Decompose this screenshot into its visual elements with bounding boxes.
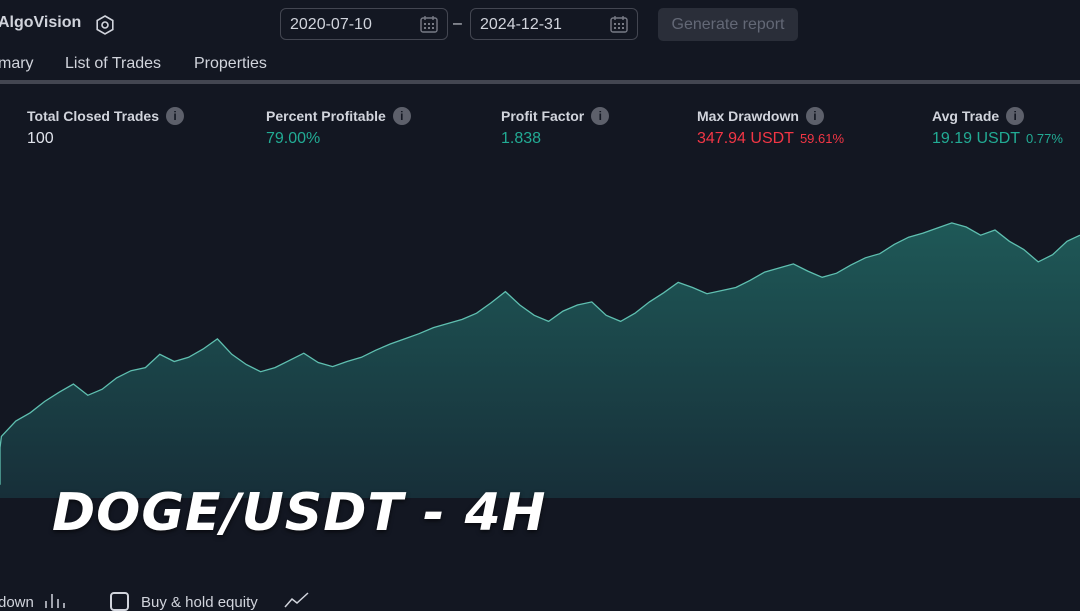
info-icon[interactable]: i [591, 107, 610, 125]
info-icon[interactable]: i [1006, 107, 1025, 125]
info-icon[interactable]: i [392, 107, 411, 125]
chart-legend: down Buy & hold equity [0, 590, 1080, 611]
tab-properties[interactable]: Properties [194, 55, 267, 73]
legend-drawdown-label: down [0, 594, 34, 611]
date-from-input[interactable]: 2020-07-10 [280, 8, 448, 40]
stat-value: 19.19 USDT [932, 130, 1021, 147]
stat-value: 347.94 USDT [697, 130, 794, 147]
tab-summary[interactable]: mary [0, 55, 34, 73]
stat-total-closed-trades: Total Closed Trades i 100 [27, 107, 184, 148]
stat-value: 79.00% [266, 130, 321, 147]
settings-icon[interactable] [95, 15, 115, 35]
info-icon[interactable]: i [166, 107, 184, 125]
equity-area [0, 222, 1080, 498]
stat-label: Percent Profitable [266, 108, 386, 124]
legend-buy-hold-label[interactable]: Buy & hold equity [141, 594, 258, 611]
stat-percent: 0.77% [1026, 131, 1063, 146]
top-bar: AlgoVision 2020-07-10 – 2024-12-31 Gener… [0, 0, 1080, 50]
date-from-value: 2020-07-10 [290, 16, 372, 33]
bar-chart-icon[interactable] [43, 592, 67, 608]
calendar-icon[interactable] [419, 14, 439, 34]
line-chart-icon[interactable] [284, 592, 310, 608]
stat-value: 1.838 [501, 130, 542, 147]
stat-max-drawdown: Max Drawdown i 347.94 USDT 59.61% [697, 107, 844, 148]
stat-label: Total Closed Trades [27, 108, 159, 124]
tab-list-of-trades[interactable]: List of Trades [65, 55, 161, 73]
tab-bar: mary List of Trades Properties [0, 50, 1080, 80]
stat-label: Max Drawdown [697, 108, 799, 124]
stat-label: Avg Trade [932, 108, 1000, 124]
generate-report-button[interactable]: Generate report [658, 8, 798, 41]
tab-divider [0, 80, 1080, 84]
date-separator: – [453, 15, 462, 32]
stat-label: Profit Factor [501, 108, 585, 124]
stat-percent: 59.61% [799, 131, 845, 146]
info-icon[interactable]: i [805, 107, 824, 125]
date-to-input[interactable]: 2024-12-31 [470, 8, 638, 40]
date-to-value: 2024-12-31 [480, 16, 562, 33]
overlay-title: DOGE/USDT - 4H [52, 483, 547, 543]
stat-profit-factor: Profit Factor i 1.838 [501, 107, 610, 148]
calendar-icon[interactable] [609, 14, 629, 34]
app-title: AlgoVision [0, 14, 82, 31]
stat-percent-profitable: Percent Profitable i 79.00% [266, 107, 411, 148]
buy-hold-checkbox[interactable] [110, 592, 129, 611]
stat-avg-trade: Avg Trade i 19.19 USDT 0.77% [932, 107, 1063, 148]
stat-value: 100 [27, 130, 54, 147]
